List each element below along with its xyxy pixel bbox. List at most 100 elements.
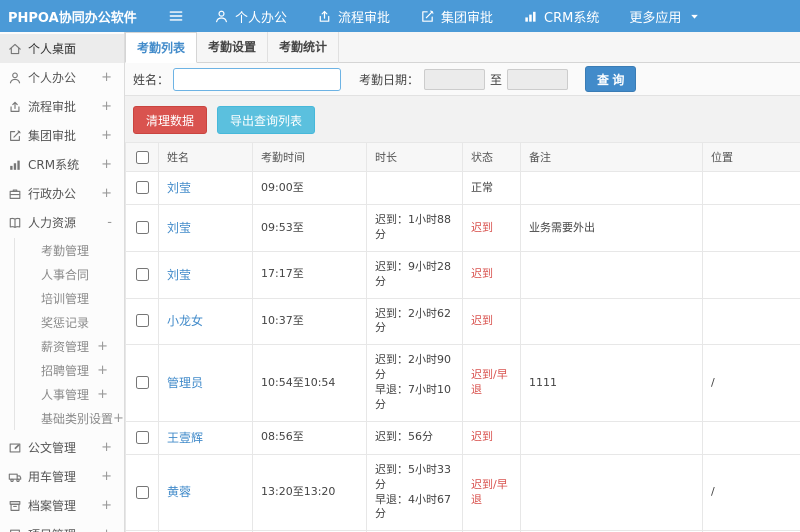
- name-input[interactable]: [173, 67, 342, 91]
- sidebar-submenu: 考勤管理 人事合同 培训管理 奖惩记录 薪资管理 + 招聘管理 + 人事管理 + 基础类别设置 +: [14, 238, 124, 430]
- row-checkbox[interactable]: [135, 267, 149, 281]
- row-checkbox[interactable]: [135, 221, 149, 235]
- sidebar-subitem-6-2[interactable]: 培训管理: [15, 286, 124, 310]
- sidebar-item-label: 行政办公: [28, 187, 77, 201]
- date-from-input[interactable]: [424, 68, 486, 90]
- search-button[interactable]: 查 询: [585, 66, 637, 92]
- date-to-input[interactable]: [507, 68, 569, 90]
- sidebar-item-2[interactable]: 流程审批 +: [0, 92, 124, 121]
- project-icon: [8, 528, 22, 532]
- row-checkbox[interactable]: [135, 181, 149, 195]
- time-cell: 13:20至13:20: [252, 453, 367, 532]
- sidebar-subitem-6-3[interactable]: 奖惩记录: [15, 310, 124, 334]
- collapse-minus-icon[interactable]: -: [107, 215, 112, 230]
- sidebar-item-6[interactable]: 人力资源 -: [0, 208, 124, 237]
- remark-cell: [520, 297, 703, 346]
- sidebar-item-label: 个人办公: [28, 71, 77, 85]
- sidebar-subitem-label: 培训管理: [41, 291, 90, 306]
- tab-1[interactable]: 考勤设置: [197, 32, 269, 63]
- sidebar-item-label: 个人桌面: [28, 42, 77, 56]
- sidebar-item-1[interactable]: 个人办公 +: [0, 63, 124, 92]
- remark-cell: [520, 250, 703, 299]
- expand-plus-icon[interactable]: +: [101, 128, 112, 143]
- name-cell[interactable]: 小龙女: [158, 297, 253, 346]
- expand-plus-icon[interactable]: +: [101, 498, 112, 513]
- topnav-item-1[interactable]: 流程审批: [302, 0, 405, 32]
- expand-plus-icon[interactable]: +: [101, 440, 112, 455]
- tab-2[interactable]: 考勤统计: [268, 32, 340, 63]
- export-list-button[interactable]: 导出查询列表: [217, 106, 316, 134]
- date-label: 考勤日期：: [359, 72, 420, 87]
- topnav-item-0[interactable]: 个人办公: [199, 0, 302, 32]
- topnav-item-label: CRM系统: [544, 10, 600, 26]
- name-cell[interactable]: 王壹辉: [158, 420, 253, 455]
- tab-bar: 考勤列表 考勤设置 考勤统计: [125, 32, 800, 63]
- sidebar-subitem-6-6[interactable]: 人事管理 +: [15, 382, 124, 406]
- name-cell[interactable]: 刘莹: [158, 170, 253, 206]
- row-checkbox[interactable]: [135, 376, 149, 390]
- edit-icon: [8, 129, 22, 143]
- topnav-item-label: 更多应用: [629, 10, 682, 26]
- location-cell: [702, 420, 800, 455]
- sidebar-item-5[interactable]: 行政办公 +: [0, 179, 124, 208]
- row-checkbox[interactable]: [135, 314, 149, 328]
- clean-data-button[interactable]: 清理数据: [133, 106, 208, 134]
- topnav-item-3[interactable]: CRM系统: [508, 0, 614, 32]
- attendance-table: 姓名 考勤时间 时长 状态 备注 位置 刘莹 09:00至 正常 刘莹 09:53至 迟到：1小时88…: [125, 142, 800, 532]
- sidebar-item-3[interactable]: 集团审批 +: [0, 121, 124, 150]
- duration-cell: [366, 170, 463, 206]
- name-cell[interactable]: 管理员: [158, 344, 253, 422]
- expand-plus-icon[interactable]: +: [101, 70, 112, 85]
- table-row: 王壹辉 08:56至 迟到：56分 迟到: [125, 420, 800, 455]
- sidebar-item-9[interactable]: 档案管理 +: [0, 491, 124, 520]
- filter-bar: 姓名： 考勤日期： 至 查 询: [125, 63, 800, 96]
- car-icon: [8, 470, 22, 484]
- sidebar-item-8[interactable]: 用车管理 +: [0, 462, 124, 491]
- duration-cell: 迟到：56分: [366, 420, 463, 455]
- name-cell[interactable]: 黄蓉: [158, 453, 253, 532]
- table-row: 小龙女 10:37至 迟到：2小时62分 迟到: [125, 297, 800, 346]
- sidebar-item-7[interactable]: 公文管理 +: [0, 433, 124, 462]
- attendance-table-container: 姓名 考勤时间 时长 状态 备注 位置 刘莹 09:00至 正常 刘莹 09:53至 迟到：1小时88…: [125, 142, 800, 532]
- name-cell[interactable]: 刘莹: [158, 204, 253, 252]
- time-cell: 08:56至: [252, 420, 367, 455]
- sidebar-subitem-6-0[interactable]: 考勤管理: [15, 238, 124, 262]
- remark-cell: 业务需要外出: [520, 204, 703, 252]
- expand-plus-icon[interactable]: +: [97, 363, 108, 378]
- sidebar-subitem-6-4[interactable]: 薪资管理 +: [15, 334, 124, 358]
- table-header-row: 姓名 考勤时间 时长 状态 备注 位置: [125, 142, 800, 172]
- expand-plus-icon[interactable]: +: [101, 99, 112, 114]
- sidebar-item-4[interactable]: CRM系统 +: [0, 150, 124, 179]
- sidebar-subitem-6-1[interactable]: 人事合同: [15, 262, 124, 286]
- document-icon: [8, 441, 22, 455]
- expand-plus-icon[interactable]: +: [113, 411, 124, 426]
- location-cell: [702, 204, 800, 252]
- location-cell: /: [702, 344, 800, 422]
- hamburger-icon[interactable]: [167, 7, 185, 25]
- name-cell[interactable]: 刘莹: [158, 250, 253, 299]
- expand-plus-icon[interactable]: +: [101, 527, 112, 532]
- sidebar-subitem-label: 招聘管理: [41, 363, 90, 378]
- sidebar-subitem-6-5[interactable]: 招聘管理 +: [15, 358, 124, 382]
- chart-icon: [8, 158, 22, 172]
- sidebar-subitem-6-7[interactable]: 基础类别设置 +: [15, 406, 124, 430]
- tab-0[interactable]: 考勤列表: [125, 32, 198, 63]
- expand-plus-icon[interactable]: +: [101, 469, 112, 484]
- status-cell: 迟到: [462, 204, 521, 252]
- row-checkbox[interactable]: [135, 485, 149, 499]
- status-cell: 迟到: [462, 250, 521, 299]
- sidebar-item-10[interactable]: 项目管理 +: [0, 520, 124, 532]
- row-checkbox[interactable]: [135, 430, 149, 444]
- topnav-item-4[interactable]: 更多应用: [614, 0, 717, 32]
- expand-plus-icon[interactable]: +: [97, 387, 108, 402]
- expand-plus-icon[interactable]: +: [101, 186, 112, 201]
- topnav-item-2[interactable]: 集团审批: [405, 0, 508, 32]
- select-all-checkbox[interactable]: [135, 150, 149, 164]
- briefcase-icon: [8, 187, 22, 201]
- expand-plus-icon[interactable]: +: [97, 339, 108, 354]
- caret-down-icon: [687, 9, 702, 24]
- expand-plus-icon[interactable]: +: [101, 157, 112, 172]
- home-icon: [8, 42, 22, 56]
- app-logo[interactable]: PHPOA协同办公软件: [0, 7, 137, 26]
- sidebar-item-0[interactable]: 个人桌面: [0, 34, 124, 63]
